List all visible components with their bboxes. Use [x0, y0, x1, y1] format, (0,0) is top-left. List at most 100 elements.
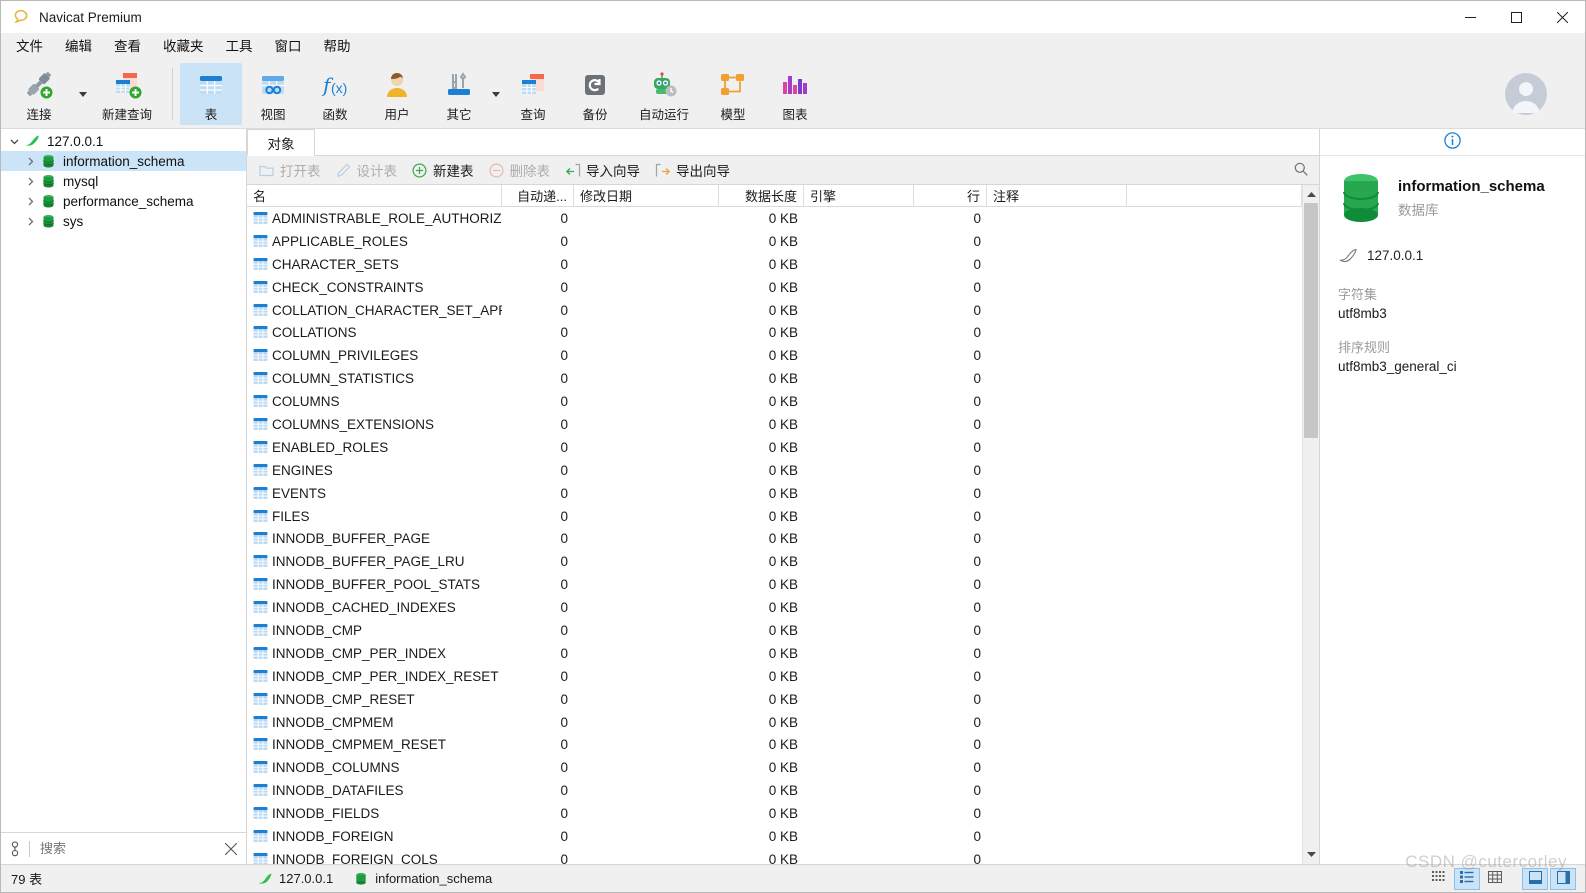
ribbon-table-button[interactable]: 表 — [180, 63, 242, 125]
table-row[interactable]: INNODB_CMP_PER_INDEX 0 0 KB 0 — [247, 642, 1302, 665]
new-table-button[interactable]: 新建表 — [404, 159, 481, 182]
table-icon — [253, 783, 268, 798]
close-button[interactable] — [1539, 1, 1585, 33]
ribbon-automation-button[interactable]: 自动运行 — [626, 63, 702, 125]
tree-node-performance-schema[interactable]: performance_schema — [1, 191, 246, 211]
table-icon — [253, 325, 268, 340]
table-row[interactable]: CHARACTER_SETS 0 0 KB 0 — [247, 253, 1302, 276]
menu-tools[interactable]: 工具 — [215, 34, 264, 60]
table-row[interactable]: INNODB_BUFFER_PAGE_LRU 0 0 KB 0 — [247, 550, 1302, 573]
scrollbar-track[interactable] — [1303, 203, 1319, 846]
menu-view[interactable]: 查看 — [103, 34, 152, 60]
table-icon — [253, 531, 268, 546]
table-row[interactable]: ADMINISTRABLE_ROLE_AUTHORIZ... 0 0 KB 0 — [247, 207, 1302, 230]
design-table-button[interactable]: 设计表 — [328, 159, 405, 182]
table-row[interactable]: COLLATION_CHARACTER_SET_APP... 0 0 KB 0 — [247, 299, 1302, 322]
column-header-modified[interactable]: 修改日期 — [574, 185, 719, 206]
menu-help[interactable]: 帮助 — [313, 34, 362, 60]
table-row[interactable]: INNODB_CMP_RESET 0 0 KB 0 — [247, 688, 1302, 711]
others-dropdown-caret[interactable] — [490, 63, 502, 125]
ribbon-chart-button[interactable]: 图表 — [764, 63, 826, 125]
ribbon-backup-button[interactable]: 备份 — [564, 63, 626, 125]
ribbon-function-button[interactable]: f (x) 函数 — [304, 63, 366, 125]
table-row[interactable]: FILES 0 0 KB 0 — [247, 505, 1302, 528]
status-connection[interactable]: 127.0.0.1 — [247, 865, 343, 893]
chevron-right-icon[interactable] — [21, 197, 39, 206]
table-view-button[interactable] — [1482, 868, 1508, 890]
menu-window[interactable]: 窗口 — [264, 34, 313, 60]
delete-table-button[interactable]: 删除表 — [481, 159, 558, 182]
menu-file[interactable]: 文件 — [5, 34, 54, 60]
tree-node-sys[interactable]: sys — [1, 211, 246, 231]
chevron-right-icon[interactable] — [21, 177, 39, 186]
tree-node-mysql[interactable]: mysql — [1, 171, 246, 191]
table-row[interactable]: ENGINES 0 0 KB 0 — [247, 459, 1302, 482]
clear-icon[interactable] — [216, 842, 246, 855]
maximize-button[interactable] — [1493, 1, 1539, 33]
ribbon-others-label: 其它 — [446, 108, 472, 122]
table-row[interactable]: ENABLED_ROLES 0 0 KB 0 — [247, 436, 1302, 459]
column-header-engine[interactable]: 引擎 — [804, 185, 914, 206]
tree-node-information-schema[interactable]: information_schema — [1, 151, 246, 171]
table-row[interactable]: COLUMN_STATISTICS 0 0 KB 0 — [247, 367, 1302, 390]
table-row[interactable]: INNODB_CMPMEM_RESET 0 0 KB 0 — [247, 733, 1302, 756]
menu-favorites[interactable]: 收藏夹 — [152, 34, 215, 60]
connection-dropdown-caret[interactable] — [77, 63, 89, 125]
column-header-rows[interactable]: 行 — [914, 185, 987, 206]
ribbon-model-button[interactable]: 模型 — [702, 63, 764, 125]
table-row[interactable]: APPLICABLE_ROLES 0 0 KB 0 — [247, 230, 1302, 253]
table-row[interactable]: INNODB_FOREIGN 0 0 KB 0 — [247, 825, 1302, 848]
tree-node-connection[interactable]: 127.0.0.1 — [1, 131, 246, 151]
chevron-down-icon[interactable] — [5, 137, 23, 146]
grid-search-button[interactable] — [1283, 156, 1319, 185]
table-row[interactable]: INNODB_CMPMEM 0 0 KB 0 — [247, 711, 1302, 734]
toggle-right-panel-button[interactable] — [1550, 867, 1576, 890]
table-row[interactable]: INNODB_CMP_PER_INDEX_RESET 0 0 KB 0 — [247, 665, 1302, 688]
menu-edit[interactable]: 编辑 — [54, 34, 103, 60]
table-row[interactable]: INNODB_BUFFER_POOL_STATS 0 0 KB 0 — [247, 573, 1302, 596]
column-header-name[interactable]: 名 — [247, 185, 502, 206]
tab-objects[interactable]: 对象 — [247, 129, 315, 156]
table-row[interactable]: EVENTS 0 0 KB 0 — [247, 482, 1302, 505]
grid-view-button[interactable] — [1426, 868, 1452, 890]
table-row[interactable]: COLUMN_PRIVILEGES 0 0 KB 0 — [247, 344, 1302, 367]
ribbon-query-button[interactable]: 查询 — [502, 63, 564, 125]
user-avatar-button[interactable] — [1505, 73, 1547, 118]
info-tab-button[interactable] — [1433, 129, 1473, 155]
minimize-button[interactable] — [1447, 1, 1493, 33]
chevron-right-icon[interactable] — [21, 157, 39, 166]
column-header-auto-increment[interactable]: 自动递... — [502, 185, 574, 206]
export-wizard-button[interactable]: 导出向导 — [647, 159, 737, 182]
chevron-right-icon[interactable] — [21, 217, 39, 226]
table-row[interactable]: INNODB_BUFFER_PAGE 0 0 KB 0 — [247, 527, 1302, 550]
table-row[interactable]: INNODB_COLUMNS 0 0 KB 0 — [247, 756, 1302, 779]
table-row[interactable]: INNODB_FIELDS 0 0 KB 0 — [247, 802, 1302, 825]
table-row[interactable]: INNODB_FOREIGN_COLS 0 0 KB 0 — [247, 848, 1302, 864]
table-row[interactable]: COLUMNS 0 0 KB 0 — [247, 390, 1302, 413]
ribbon-others-button[interactable]: 其它 — [428, 63, 490, 125]
column-header-comment[interactable]: 注释 — [987, 185, 1127, 206]
search-input[interactable] — [30, 841, 216, 856]
grid-vertical-scrollbar[interactable] — [1302, 185, 1319, 864]
scrollbar-thumb[interactable] — [1304, 203, 1318, 438]
detail-view-button[interactable] — [1454, 867, 1480, 890]
table-row[interactable]: INNODB_CACHED_INDEXES 0 0 KB 0 — [247, 596, 1302, 619]
filter-icon[interactable] — [1, 840, 29, 857]
table-row[interactable]: INNODB_CMP 0 0 KB 0 — [247, 619, 1302, 642]
table-row[interactable]: COLUMNS_EXTENSIONS 0 0 KB 0 — [247, 413, 1302, 436]
toggle-bottom-panel-button[interactable] — [1522, 867, 1548, 890]
status-database[interactable]: information_schema — [343, 865, 502, 893]
scroll-down-icon[interactable] — [1303, 846, 1319, 864]
import-wizard-button[interactable]: 导入向导 — [557, 159, 647, 182]
ribbon-connection-button[interactable]: 连接 — [1, 63, 77, 125]
scroll-up-icon[interactable] — [1303, 185, 1319, 203]
ribbon-user-button[interactable]: 用户 — [366, 63, 428, 125]
table-row[interactable]: INNODB_DATAFILES 0 0 KB 0 — [247, 779, 1302, 802]
open-table-button[interactable]: 打开表 — [251, 159, 328, 182]
ribbon-view-button[interactable]: 视图 — [242, 63, 304, 125]
table-row[interactable]: COLLATIONS 0 0 KB 0 — [247, 321, 1302, 344]
ribbon-new-query-button[interactable]: 新建查询 — [89, 63, 165, 125]
table-row[interactable]: CHECK_CONSTRAINTS 0 0 KB 0 — [247, 276, 1302, 299]
delete-table-label: 删除表 — [509, 164, 551, 179]
column-header-data-length[interactable]: 数据长度 — [719, 185, 804, 206]
